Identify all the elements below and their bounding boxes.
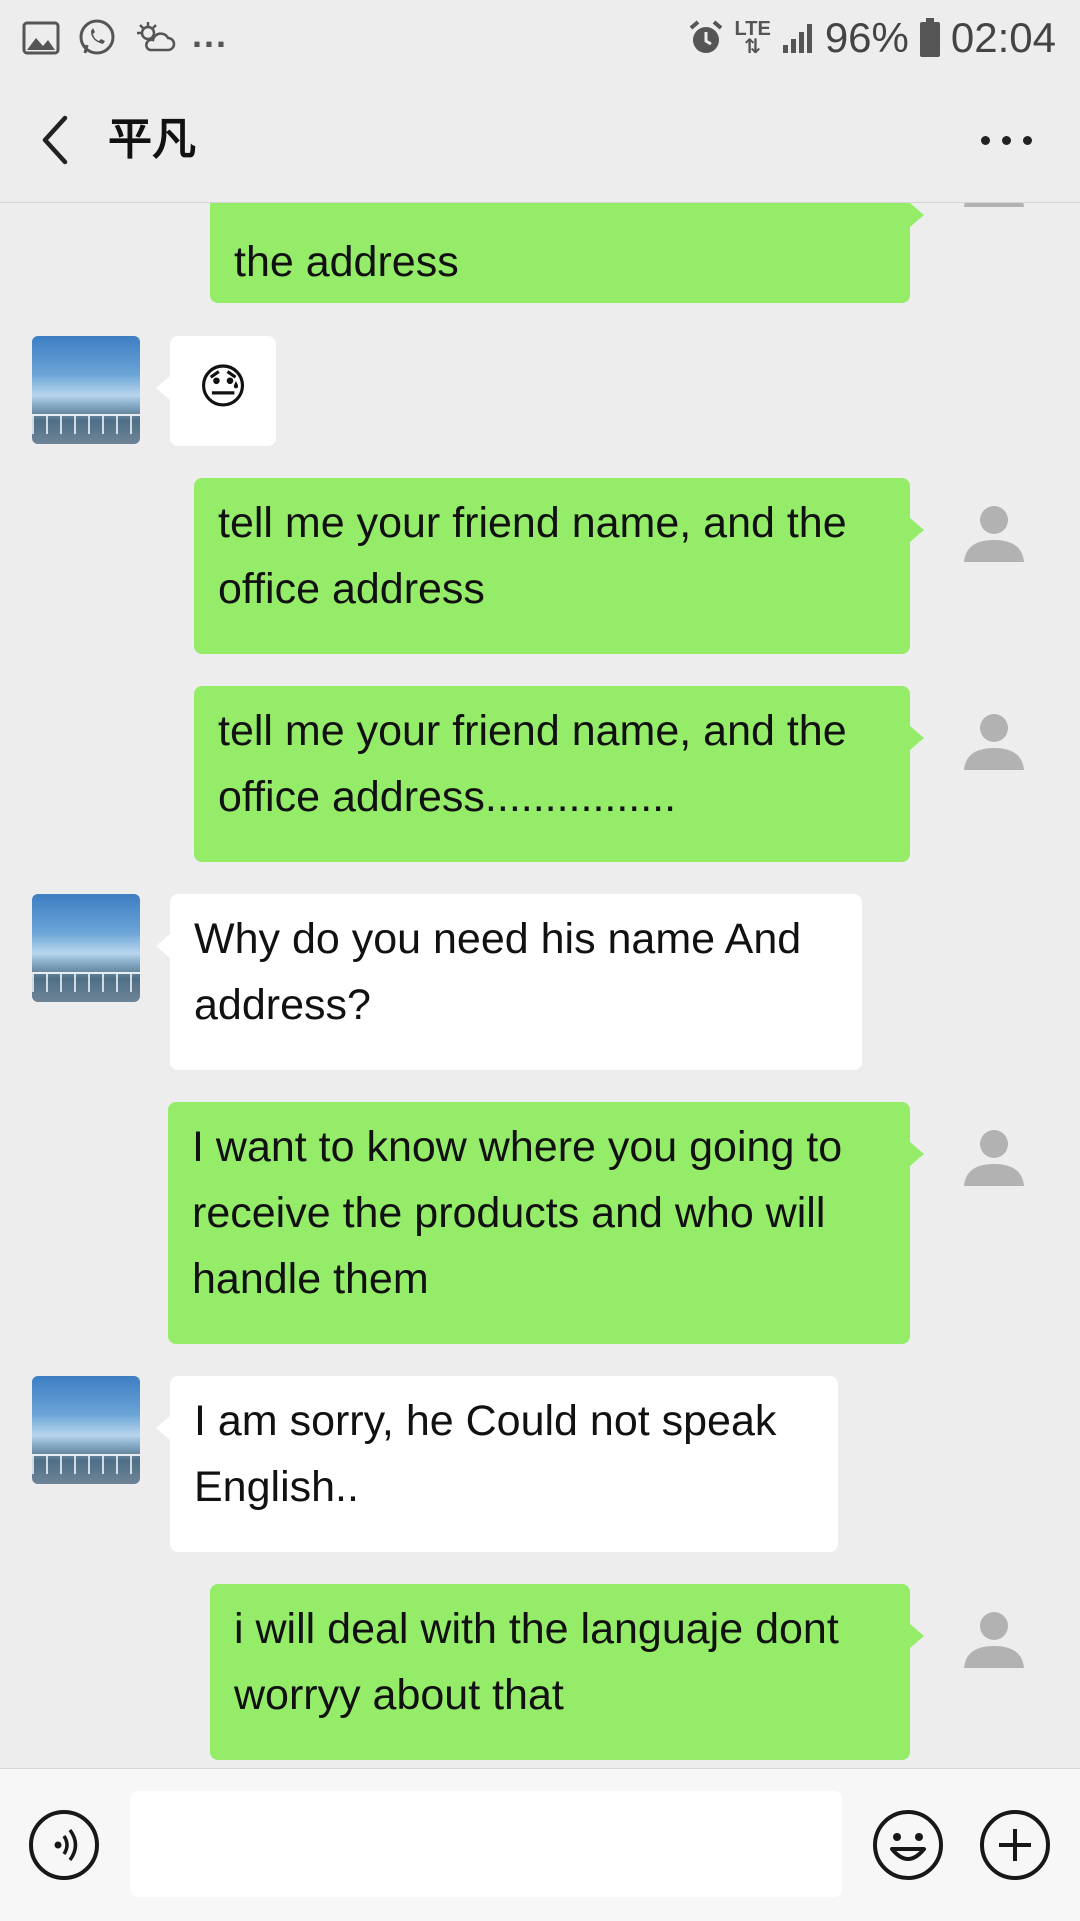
plus-icon [980, 1810, 1050, 1880]
status-bar-right: LTE ⇅ 96% 02:04 [687, 10, 1056, 66]
message-incoming[interactable]: 😓 [156, 336, 276, 446]
more-dot [1022, 135, 1032, 145]
status-overflow: ... [192, 14, 229, 55]
message-input[interactable] [130, 1791, 842, 1897]
more-dots-icon [980, 135, 990, 145]
default-user-icon [964, 1612, 1024, 1668]
contact-avatar[interactable] [32, 894, 140, 1002]
chat-title: 平凡 [108, 115, 196, 164]
message-text: Why do you need his name And address? [194, 915, 802, 1029]
message-outgoing[interactable]: i will deal with the languaje dont worry… [210, 1584, 924, 1760]
voice-icon [29, 1810, 99, 1880]
signal-icon [781, 21, 815, 55]
emoji-icon [873, 1810, 943, 1880]
default-user-icon [964, 714, 1024, 770]
message-incoming[interactable]: Why do you need his name And address? [156, 894, 862, 1070]
message-outgoing[interactable]: I want to know where you going to receiv… [168, 1102, 924, 1344]
more-button[interactable] [956, 114, 1056, 166]
clock: 02:04 [950, 14, 1056, 61]
message-text: 😓 [197, 361, 249, 414]
message-text: the address [234, 238, 459, 286]
emoji-button[interactable] [872, 1809, 944, 1881]
message-text: tell me your friend name, and the office… [218, 499, 847, 613]
weather-icon [134, 20, 176, 56]
message-outgoing[interactable]: tell me your friend name, and the office… [194, 478, 924, 654]
whatsapp-icon [76, 17, 118, 59]
default-user-icon [964, 203, 1024, 207]
chevron-left-icon [42, 115, 68, 165]
message-incoming[interactable]: I am sorry, he Could not speak English.. [156, 1376, 838, 1552]
message-outgoing[interactable]: the address [210, 203, 924, 303]
contact-avatar[interactable] [32, 336, 140, 444]
message-outgoing[interactable]: tell me your friend name, and the office… [194, 686, 924, 862]
status-bar-left: ... [22, 14, 228, 62]
battery-percent: 96% [824, 14, 909, 61]
message-text: tell me your friend name, and the office… [218, 707, 847, 821]
message-text: I want to know where you going to receiv… [192, 1123, 843, 1303]
status-bar: ... LTE ⇅ 96% 02:04 [0, 0, 1080, 78]
more-dot [1001, 135, 1011, 145]
back-button[interactable] [24, 106, 84, 174]
message-text: I am sorry, he Could not speak English.. [194, 1397, 777, 1511]
alarm-icon [687, 19, 725, 57]
my-avatar[interactable] [940, 686, 1048, 794]
my-avatar[interactable] [940, 1584, 1048, 1692]
my-avatar[interactable] [940, 1102, 1048, 1210]
my-avatar[interactable] [940, 478, 1048, 586]
gallery-icon [22, 21, 60, 55]
chat-messages[interactable]: the address 😓 tell me your friend name, … [0, 203, 1080, 1768]
chat-header: 平凡 [0, 78, 1080, 203]
my-avatar[interactable] [940, 203, 1048, 231]
plus-button[interactable] [979, 1809, 1051, 1881]
message-text: i will deal with the languaje dont worry… [234, 1605, 839, 1719]
network-type: LTE ⇅ [734, 18, 771, 58]
contact-avatar[interactable] [32, 1376, 140, 1484]
voice-button[interactable] [28, 1809, 100, 1881]
default-user-icon [964, 506, 1024, 562]
input-bar [0, 1768, 1080, 1921]
battery-icon [919, 18, 941, 58]
default-user-icon [964, 1130, 1024, 1186]
